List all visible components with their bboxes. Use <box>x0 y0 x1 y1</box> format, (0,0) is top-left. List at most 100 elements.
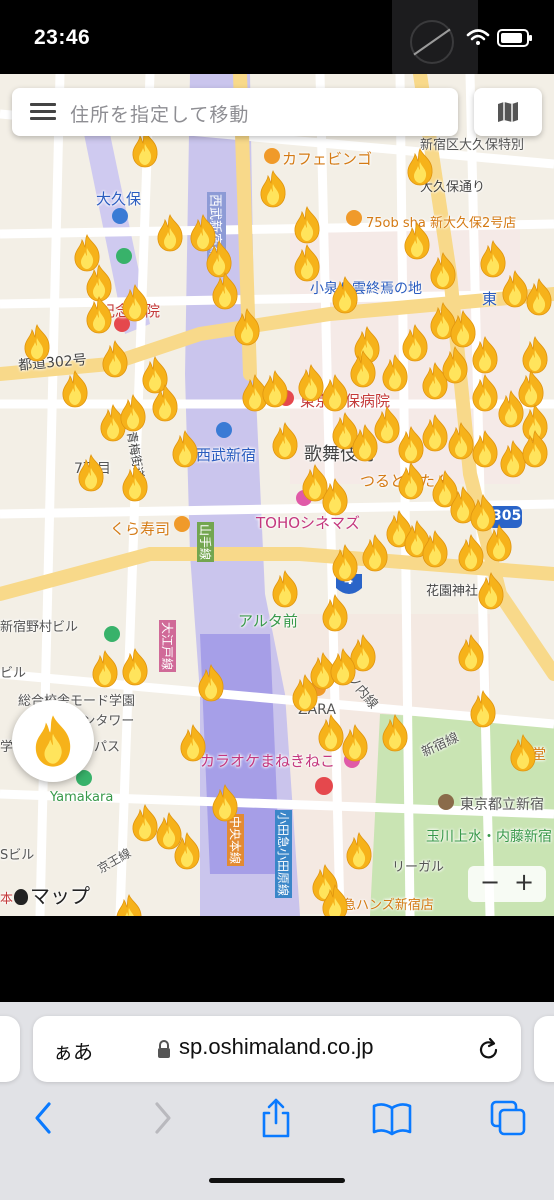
flame-icon <box>152 384 178 422</box>
flame-marker[interactable] <box>328 648 358 686</box>
label-cafe: カフェビンゴ <box>282 150 373 168</box>
flame-marker[interactable] <box>348 350 378 388</box>
flame-icon <box>102 340 128 378</box>
flame-icon <box>430 252 456 290</box>
flame-marker[interactable] <box>292 244 322 282</box>
flame-marker[interactable] <box>428 252 458 290</box>
flame-icon <box>122 648 148 686</box>
flame-marker[interactable] <box>360 534 390 572</box>
flame-marker[interactable] <box>290 674 320 712</box>
flame-marker[interactable] <box>120 284 150 322</box>
flame-icon <box>522 430 548 468</box>
flame-marker[interactable] <box>155 214 185 252</box>
flame-marker[interactable] <box>60 370 90 408</box>
label-regal: リーガル <box>392 860 445 875</box>
wifi-icon <box>466 29 490 45</box>
flame-marker[interactable] <box>118 394 148 432</box>
flame-icon <box>510 734 536 772</box>
search-bar[interactable]: 住所を指定して移動 <box>12 88 458 136</box>
flame-icon <box>526 278 552 316</box>
label-karaoke: カラオケまねきねこ <box>200 752 336 770</box>
flame-icon <box>35 715 71 767</box>
flame-marker[interactable] <box>76 454 106 492</box>
flame-marker[interactable] <box>468 690 498 728</box>
flame-marker[interactable] <box>270 570 300 608</box>
flame-icon <box>78 454 104 492</box>
flame-marker[interactable] <box>120 648 150 686</box>
flame-marker[interactable] <box>210 272 240 310</box>
flame-marker[interactable] <box>178 724 208 762</box>
flame-icon <box>478 572 504 610</box>
flame-marker[interactable] <box>344 832 374 870</box>
flame-icon <box>472 336 498 374</box>
flame-marker[interactable] <box>320 478 350 516</box>
flame-marker[interactable] <box>150 384 180 422</box>
flame-marker[interactable] <box>396 462 426 500</box>
flame-marker[interactable] <box>170 430 200 468</box>
flame-marker[interactable] <box>456 634 486 672</box>
lock-icon <box>158 1040 170 1058</box>
flame-marker[interactable] <box>258 170 288 208</box>
flame-marker[interactable] <box>508 734 538 772</box>
forward-button[interactable] <box>140 1096 184 1140</box>
flame-marker[interactable] <box>172 832 202 870</box>
map-view[interactable]: カフェビンゴ 大久保通り 新宿区大久保特別 大久保 西武新宿線 75ob sha… <box>0 74 554 916</box>
label-hon: 本 <box>0 892 14 907</box>
flame-marker[interactable] <box>484 524 514 562</box>
flame-icon <box>157 214 183 252</box>
flame-marker[interactable] <box>120 464 150 502</box>
flame-marker[interactable] <box>470 336 500 374</box>
zoom-out-button[interactable]: − <box>480 868 500 896</box>
flame-marker[interactable] <box>470 430 500 468</box>
reload-icon[interactable] <box>477 1036 501 1062</box>
flame-marker[interactable] <box>292 206 322 244</box>
flame-marker[interactable] <box>100 340 130 378</box>
zoom-in-button[interactable]: + <box>514 868 534 896</box>
flame-marker[interactable] <box>440 346 470 384</box>
flame-marker[interactable] <box>380 714 410 752</box>
map-type-button[interactable] <box>474 88 542 136</box>
share-button[interactable] <box>254 1096 298 1140</box>
flame-marker[interactable] <box>524 278 554 316</box>
flame-marker[interactable] <box>90 650 120 688</box>
flame-marker[interactable] <box>320 884 350 916</box>
flame-marker[interactable] <box>405 148 435 186</box>
flame-marker[interactable] <box>520 430 550 468</box>
page-settings-button[interactable]: ぁあ <box>53 1036 93 1065</box>
maps-brand-text: マップ <box>30 884 90 908</box>
chevron-right-icon <box>155 1102 171 1134</box>
flame-marker[interactable] <box>260 370 290 408</box>
tabs-button[interactable] <box>486 1096 530 1140</box>
menu-icon[interactable] <box>30 103 56 121</box>
next-tab-edge[interactable] <box>534 1016 554 1082</box>
flame-marker[interactable] <box>420 530 450 568</box>
flame-marker[interactable] <box>320 374 350 412</box>
previous-tab-edge[interactable] <box>0 1016 20 1082</box>
flame-marker[interactable] <box>476 572 506 610</box>
search-input[interactable]: 住所を指定して移動 <box>70 100 249 127</box>
flame-marker[interactable] <box>270 422 300 460</box>
flame-marker[interactable] <box>520 336 550 374</box>
flame-marker[interactable] <box>22 324 52 362</box>
flame-marker[interactable] <box>340 724 370 762</box>
label-odakyu: 小田急小田原線 <box>275 810 292 899</box>
flame-marker[interactable] <box>380 354 410 392</box>
flame-marker[interactable] <box>330 544 360 582</box>
back-button[interactable] <box>22 1096 66 1140</box>
flame-icon <box>518 370 544 408</box>
bookmarks-button[interactable] <box>370 1096 414 1140</box>
flame-icon <box>92 650 118 688</box>
flame-marker[interactable] <box>330 276 360 314</box>
flame-marker[interactable] <box>210 784 240 822</box>
flame-marker[interactable] <box>114 894 144 916</box>
locate-flame-button[interactable] <box>12 700 94 782</box>
flame-icon <box>86 296 112 334</box>
flame-marker[interactable] <box>456 534 486 572</box>
flame-marker[interactable] <box>196 664 226 702</box>
address-bar[interactable]: ぁあ sp.oshimaland.co.jp <box>33 1016 521 1082</box>
flame-marker[interactable] <box>320 594 350 632</box>
flame-icon <box>62 370 88 408</box>
flame-marker[interactable] <box>232 308 262 346</box>
flame-marker[interactable] <box>84 296 114 334</box>
flame-marker[interactable] <box>516 370 546 408</box>
